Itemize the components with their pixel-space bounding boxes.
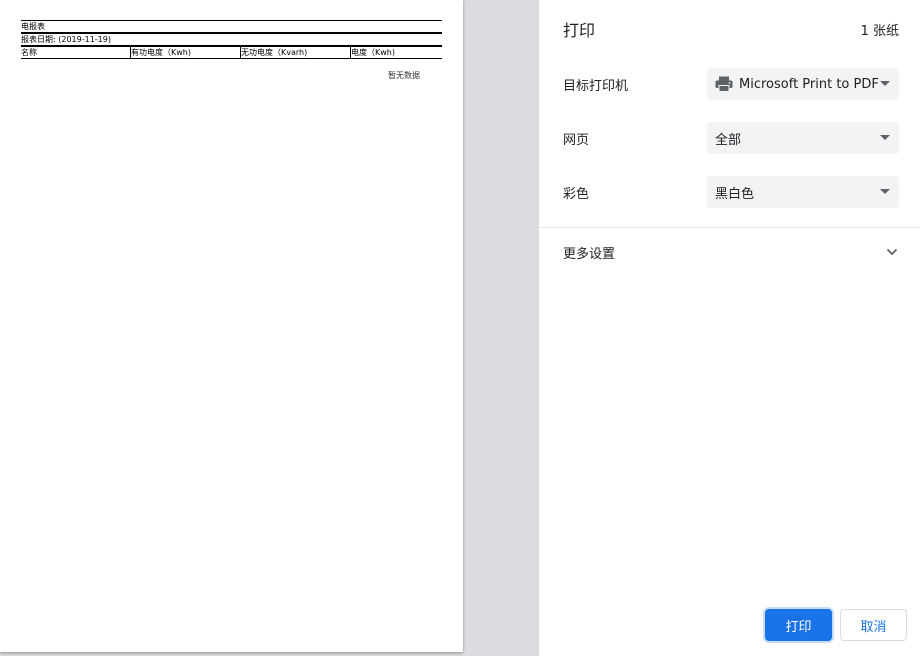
dropdown-caret-icon: [880, 135, 890, 140]
report-header-row: 名称 有功电度（Kwh) 无功电度（Kvarh) 电度（Kwh): [21, 45, 442, 59]
report-title: 电报表: [21, 20, 442, 32]
color-label: 彩色: [563, 186, 590, 202]
print-preview-area: 电报表 报表日期: (2019-11-19) 名称 有功电度（Kwh) 无功电度…: [0, 0, 539, 656]
pages-select[interactable]: 全部: [707, 122, 899, 154]
print-dialog: 电报表 报表日期: (2019-11-19) 名称 有功电度（Kwh) 无功电度…: [0, 0, 920, 656]
column-header-energy: 电度（Kwh): [351, 48, 395, 57]
report-date: 报表日期: (2019-11-19): [21, 32, 442, 45]
pages-value: 全部: [715, 132, 742, 148]
chevron-down-icon: [886, 248, 898, 256]
column-header-name: 名称: [21, 47, 131, 58]
dropdown-caret-icon: [880, 189, 890, 194]
column-header-active-energy: 有功电度（Kwh): [131, 47, 241, 58]
cancel-button[interactable]: 取消: [840, 609, 907, 641]
destination-select[interactable]: Microsoft Print to PDF: [707, 68, 899, 100]
color-select[interactable]: 黑白色: [707, 176, 899, 208]
color-row: 彩色 黑白色: [563, 176, 899, 208]
column-header-reactive-energy: 无功电度（Kvarh): [241, 47, 351, 58]
print-settings-panel: 打印 1 张纸 目标打印机 Microsoft Print to PDF 网页 …: [539, 0, 920, 656]
no-data-text: 暂无数据: [388, 71, 420, 80]
preview-page: 电报表 报表日期: (2019-11-19) 名称 有功电度（Kwh) 无功电度…: [0, 0, 463, 652]
pages-label: 网页: [563, 132, 590, 148]
section-divider: [539, 227, 920, 228]
destination-label: 目标打印机: [563, 78, 629, 94]
printer-icon: [715, 76, 733, 92]
sheet-count: 1 张纸: [860, 23, 899, 39]
panel-header: 打印 1 张纸: [563, 17, 899, 41]
more-settings-label: 更多设置: [563, 246, 616, 262]
more-settings-toggle[interactable]: 更多设置: [563, 240, 899, 264]
destination-row: 目标打印机 Microsoft Print to PDF: [563, 68, 899, 100]
pages-row: 网页 全部: [563, 122, 899, 154]
dropdown-caret-icon: [880, 81, 890, 86]
panel-title: 打印: [563, 21, 596, 40]
report-table: 电报表 报表日期: (2019-11-19) 名称 有功电度（Kwh) 无功电度…: [21, 20, 442, 59]
print-button[interactable]: 打印: [765, 609, 832, 641]
color-value: 黑白色: [715, 186, 755, 202]
destination-value: Microsoft Print to PDF: [739, 76, 879, 92]
